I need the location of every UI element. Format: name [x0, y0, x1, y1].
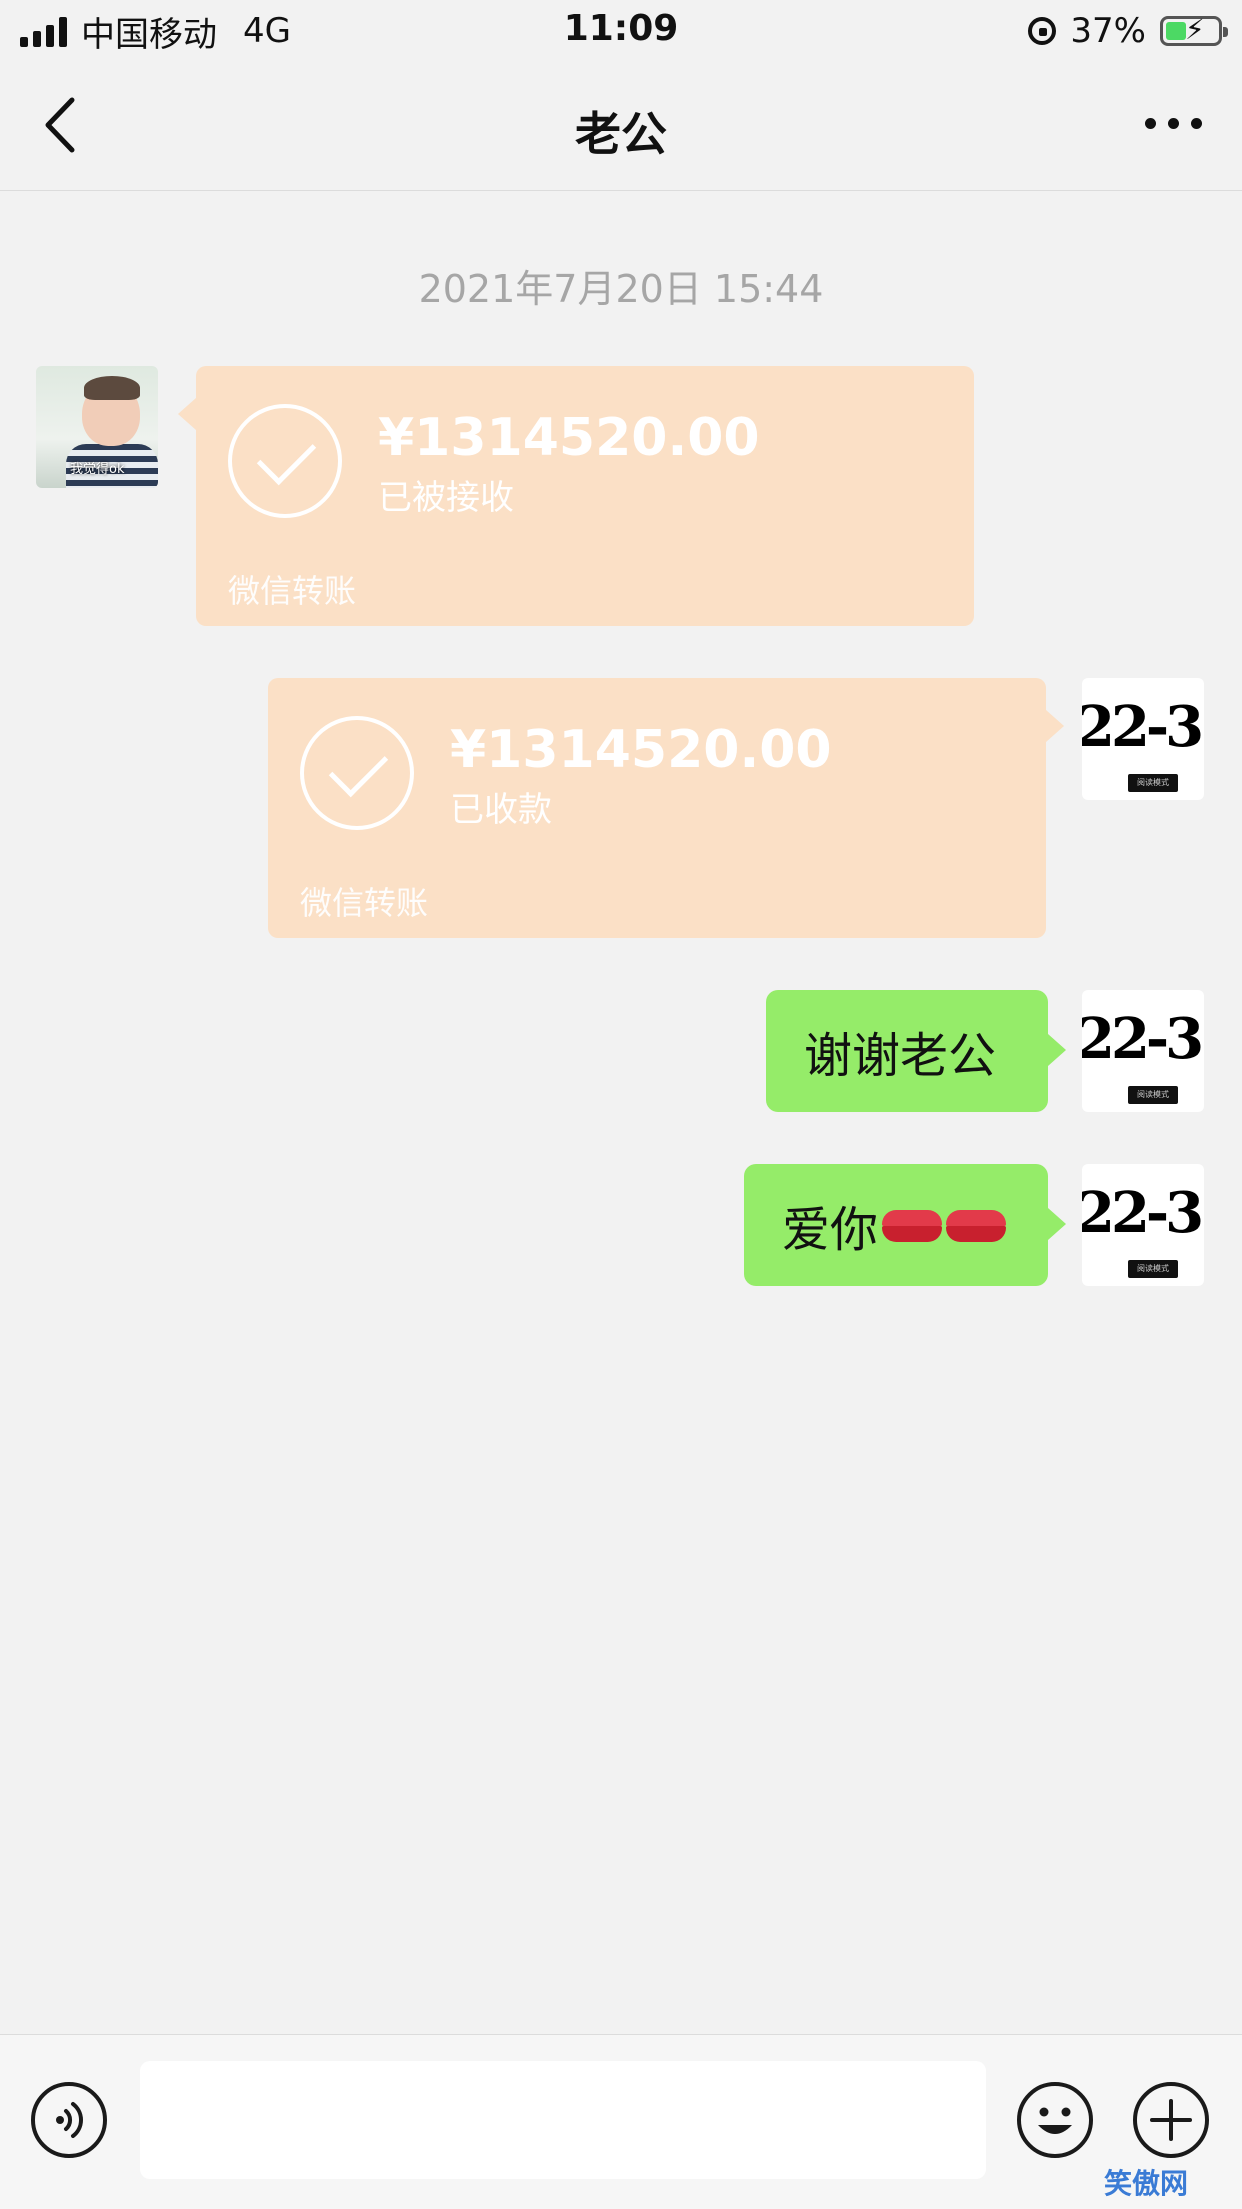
- transfer-amount: ¥1314520.00: [450, 720, 832, 780]
- voice-input-icon[interactable]: [30, 2081, 108, 2159]
- contact-avatar[interactable]: 我觉得ok: [36, 366, 158, 488]
- message-text: 谢谢老公: [804, 1028, 997, 1084]
- transfer-label: 微信转账: [300, 884, 429, 922]
- check-circle-icon: [228, 404, 342, 518]
- message-timestamp: 2021年7月20日 15:44: [418, 267, 824, 311]
- my-avatar[interactable]: 22-35 阅读模式: [1082, 990, 1204, 1112]
- lips-emoji-icon: [946, 1208, 1007, 1242]
- my-avatar[interactable]: 22-35 阅读模式: [1082, 1164, 1204, 1286]
- lips-emoji-icon: [882, 1208, 943, 1242]
- input-bar: [0, 2034, 1242, 2209]
- transfer-amount: ¥1314520.00: [378, 408, 760, 468]
- message-text: 爱你: [782, 1202, 879, 1258]
- add-more-icon[interactable]: [1132, 2081, 1210, 2159]
- transfer-card-received[interactable]: ¥1314520.00 已被接收 微信转账: [178, 366, 974, 626]
- nav-bar: 老公: [0, 62, 1242, 191]
- status-right: 37% ⚡: [1028, 10, 1228, 52]
- transfer-status: 已被接收: [378, 478, 514, 518]
- transfer-label: 微信转账: [228, 572, 357, 610]
- battery-icon: ⚡: [1160, 15, 1228, 46]
- my-avatar[interactable]: 22-35 阅读模式: [1082, 678, 1204, 800]
- emoji-icon[interactable]: [1016, 2081, 1094, 2159]
- transfer-card-collected[interactable]: ¥1314520.00 已收款 微信转账: [268, 678, 1064, 938]
- check-circle-icon: [300, 716, 414, 830]
- rotation-lock-icon: [1028, 17, 1057, 45]
- status-bar: 中国移动 4G 11:09 37% ⚡: [0, 0, 1242, 62]
- more-options-icon[interactable]: [1145, 118, 1202, 129]
- watermark: 笑傲网: [1104, 2167, 1189, 2200]
- message-bubble-sent[interactable]: 爱你: [744, 1164, 1066, 1286]
- transfer-status: 已收款: [450, 790, 552, 830]
- message-input[interactable]: [140, 2061, 986, 2179]
- avatar-caption: 我觉得ok: [70, 462, 125, 477]
- chat-title: 老公: [575, 107, 667, 161]
- message-bubble-sent[interactable]: 谢谢老公: [766, 990, 1066, 1112]
- battery-percent: 37%: [1070, 11, 1146, 51]
